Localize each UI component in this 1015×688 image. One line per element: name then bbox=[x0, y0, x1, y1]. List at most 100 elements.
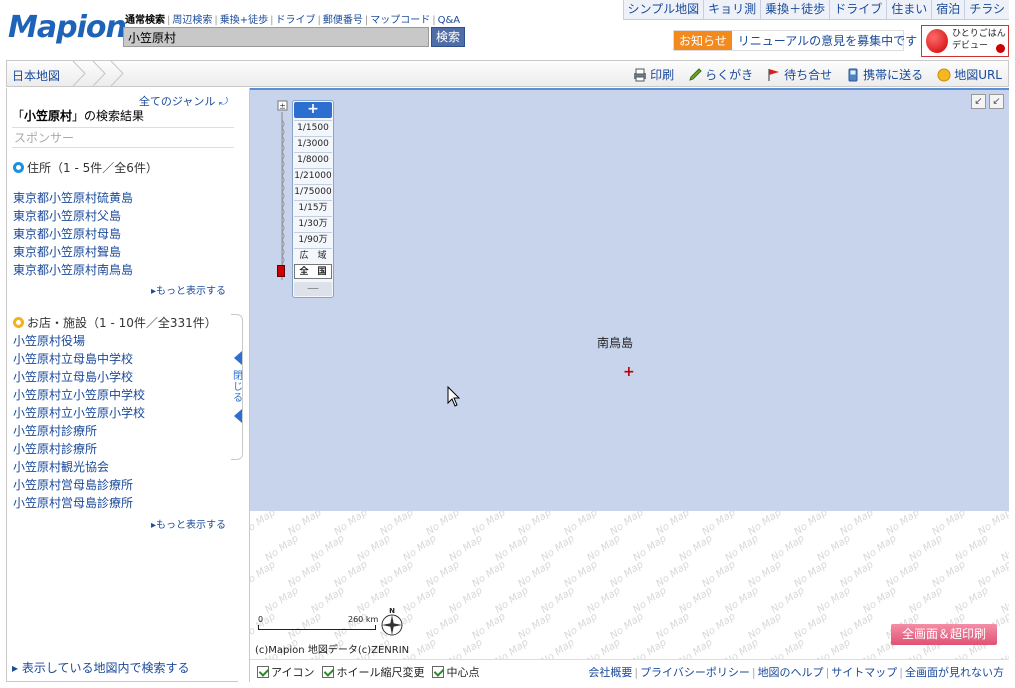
zoom-level[interactable]: 1/30万 bbox=[294, 216, 332, 231]
more-addresses-link[interactable]: ▸もっと表示する bbox=[151, 282, 226, 297]
map-url-tool[interactable]: 地図URL bbox=[937, 66, 1002, 83]
nav-flyers[interactable]: チラシ bbox=[964, 0, 1009, 20]
search-in-map-link[interactable]: ▸ 表示している地図内で検索する bbox=[12, 659, 190, 676]
tab-nearby-search[interactable]: 周辺検索 bbox=[172, 15, 212, 26]
zoom-level[interactable]: 1/15万 bbox=[294, 200, 332, 215]
center-marker-icon: + bbox=[623, 364, 635, 380]
flag-icon bbox=[768, 68, 780, 81]
list-item[interactable]: 東京都小笠原村母島 bbox=[13, 225, 133, 243]
nav-drive[interactable]: ドライブ bbox=[829, 0, 887, 20]
shop-list: 小笠原村役場 小笠原村立母島中学校 小笠原村立母島小学校 小笠原村立小笠原中学校… bbox=[13, 332, 145, 512]
map-tools: 印刷 らくがき 待ち合せ 携帯に送る 地図URL bbox=[633, 66, 1002, 83]
svg-text:±: ± bbox=[279, 102, 286, 111]
more-shops-link[interactable]: ▸もっと表示する bbox=[151, 516, 226, 531]
tab-transit-walk[interactable]: 乗換+徒歩 bbox=[220, 15, 268, 26]
list-item[interactable]: 東京都小笠原村聟島 bbox=[13, 243, 133, 261]
nav-simple-map[interactable]: シンプル地図 bbox=[622, 0, 704, 20]
list-item[interactable]: 東京都小笠原村父島 bbox=[13, 207, 133, 225]
mapion-logo[interactable]: Mapion bbox=[8, 10, 127, 45]
no-map-area: No Map No Map No Map No Map No Map No Map No M… bbox=[250, 511, 1009, 682]
zoom-level[interactable]: 1/75000 bbox=[294, 184, 332, 199]
nav-housing[interactable]: 住まい bbox=[886, 0, 932, 20]
footer-link-help[interactable]: 地図のヘルプ bbox=[758, 666, 824, 679]
checkbox[interactable] bbox=[257, 666, 269, 678]
all-genre-link[interactable]: 全てのジャンル ⤾ bbox=[139, 93, 228, 109]
zoom-level[interactable]: 1/3000 bbox=[294, 136, 332, 151]
checkbox[interactable] bbox=[322, 666, 335, 678]
search-button[interactable]: 検索 bbox=[431, 27, 465, 47]
nav-transit[interactable]: 乗換＋徒歩 bbox=[760, 0, 830, 20]
list-item[interactable]: 小笠原村営母島診療所 bbox=[13, 494, 145, 512]
nav-lodging[interactable]: 宿泊 bbox=[931, 0, 965, 20]
no-map-watermark: No Map bbox=[976, 559, 1009, 590]
list-item[interactable]: 小笠原村診療所 bbox=[13, 422, 145, 440]
list-item[interactable]: 小笠原村立小笠原小学校 bbox=[13, 404, 145, 422]
collapse-arrow-icon bbox=[234, 351, 242, 365]
list-item[interactable]: 小笠原村観光協会 bbox=[13, 458, 145, 476]
notice-bar[interactable]: お知らせ リニューアルの意見を募集中です bbox=[673, 30, 917, 51]
list-item[interactable]: 小笠原村診療所 bbox=[13, 440, 145, 458]
zoom-level[interactable]: 広 域 bbox=[294, 248, 332, 263]
shrink-icon[interactable]: ↙ bbox=[971, 94, 986, 109]
zoom-level-active[interactable]: 全 国 bbox=[294, 264, 332, 279]
breadcrumb-chevron-icon bbox=[72, 61, 86, 86]
map-url-label: 地図URL bbox=[954, 68, 1002, 82]
zoom-in-button[interactable]: + bbox=[294, 102, 332, 118]
list-item[interactable]: 小笠原村立母島小学校 bbox=[13, 368, 145, 386]
tab-postal-code[interactable]: 郵便番号 bbox=[323, 15, 363, 26]
footer-link-fullscreen-help[interactable]: 全画面が見れない方 bbox=[905, 666, 1004, 679]
address-list: 東京都小笠原村硫黄島 東京都小笠原村父島 東京都小笠原村母島 東京都小笠原村聟島… bbox=[13, 189, 133, 279]
zoom-slider-track[interactable]: ± bbox=[277, 100, 289, 284]
footer-link-sitemap[interactable]: サイトマップ bbox=[831, 666, 897, 679]
notice-text[interactable]: リニューアルの意見を募集中です bbox=[731, 31, 917, 50]
map-canvas[interactable]: No Map No Map No Map No Map No Map No Map No M… bbox=[249, 88, 1009, 682]
nav-distance[interactable]: キョリ測 bbox=[703, 0, 761, 20]
meetup-tool[interactable]: 待ち合せ bbox=[767, 66, 832, 83]
circle-icon bbox=[13, 162, 24, 173]
wheel-zoom-option[interactable]: ホイール縮尺変更 bbox=[322, 664, 424, 680]
tab-normal-search[interactable]: 通常検索 bbox=[125, 15, 165, 26]
no-map-watermark: No Map bbox=[250, 559, 278, 590]
tab-drive[interactable]: ドライブ bbox=[276, 15, 316, 26]
list-item[interactable]: 小笠原村役場 bbox=[13, 332, 145, 350]
print-label: 印刷 bbox=[650, 68, 675, 82]
doodle-tool[interactable]: らくがき bbox=[688, 66, 753, 83]
meetup-label: 待ち合せ bbox=[784, 68, 833, 82]
list-item[interactable]: 東京都小笠原村南鳥島 bbox=[13, 261, 133, 279]
icon-option[interactable]: アイコン bbox=[257, 664, 314, 680]
search-input[interactable] bbox=[123, 27, 429, 47]
arrow-icon bbox=[996, 44, 1005, 53]
zoom-out-button[interactable]: — bbox=[294, 282, 332, 296]
footer-link-privacy[interactable]: プライバシーポリシー bbox=[640, 666, 750, 679]
send-mobile-tool[interactable]: 携帯に送る bbox=[846, 66, 923, 83]
ad-banner[interactable]: ひとりごはん デビュー bbox=[921, 25, 1009, 57]
list-item[interactable]: 小笠原村営母島診療所 bbox=[13, 476, 145, 494]
fullscreen-print-button[interactable]: 全画面＆超印刷 bbox=[891, 624, 997, 645]
zoom-level[interactable]: 1/8000 bbox=[294, 152, 332, 167]
list-item[interactable]: 東京都小笠原村硫黄島 bbox=[13, 189, 133, 207]
expand-icon[interactable]: ↙ bbox=[989, 94, 1004, 109]
pencil-icon bbox=[689, 67, 702, 81]
footer-link-company[interactable]: 会社概要 bbox=[588, 666, 632, 679]
breadcrumb[interactable]: 日本地図 bbox=[12, 67, 60, 84]
zoom-level[interactable]: 1/90万 bbox=[294, 232, 332, 247]
search-mode-tabs: 通常検索 | 周辺検索 | 乗換+徒歩 | ドライブ | 郵便番号 | マップコード | Q&A bbox=[125, 15, 461, 26]
list-item[interactable]: 小笠原村立小笠原中学校 bbox=[13, 386, 145, 404]
print-tool[interactable]: 印刷 bbox=[633, 66, 674, 83]
zoom-level[interactable]: 1/1500 bbox=[294, 120, 332, 135]
center-point-option[interactable]: 中心点 bbox=[432, 664, 479, 680]
scale-line bbox=[258, 625, 376, 630]
list-item[interactable]: 小笠原村立母島中学校 bbox=[13, 350, 145, 368]
footer-links: 会社概要 | プライバシーポリシー | 地図のヘルプ | サイトマップ | 全画面が見れない方 bbox=[588, 666, 1004, 679]
map-options: アイコン ホイール縮尺変更 中心点 bbox=[257, 664, 479, 680]
checkbox[interactable] bbox=[432, 666, 445, 678]
doodle-label: らくがき bbox=[705, 68, 754, 82]
toolbar: 日本地図 印刷 らくがき 待ち合せ 携帯に送る 地図URL bbox=[6, 60, 1009, 87]
close-sidebar-tab[interactable]: 閉じる bbox=[231, 314, 243, 460]
zoom-slider-handle[interactable] bbox=[277, 265, 285, 277]
zoom-level[interactable]: 1/21000 bbox=[294, 168, 332, 183]
address-section-heading: 住所（1 - 5件／全6件） bbox=[13, 159, 158, 176]
apple-icon bbox=[926, 29, 948, 53]
tab-map-code[interactable]: マップコード bbox=[370, 15, 430, 26]
tab-qa[interactable]: Q&A bbox=[438, 15, 461, 26]
